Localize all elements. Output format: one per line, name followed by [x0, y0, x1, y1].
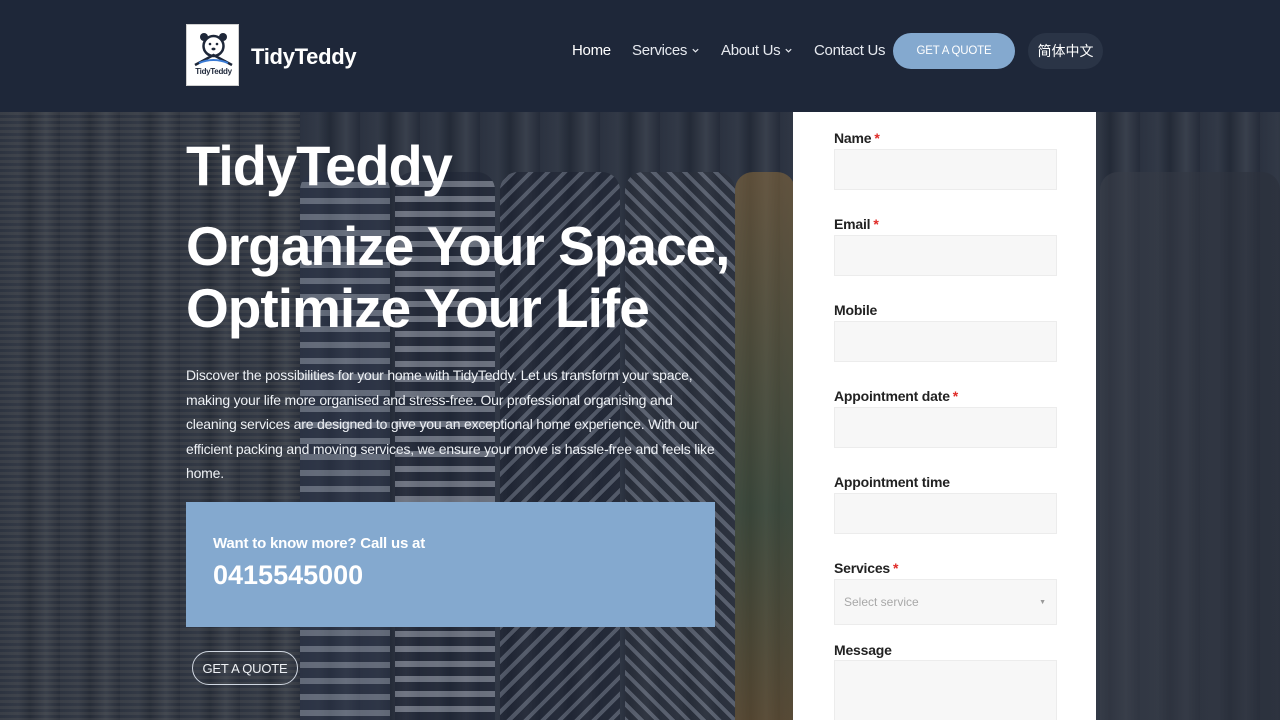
brand-name[interactable]: TidyTeddy [251, 44, 357, 70]
required-marker: * [873, 216, 879, 232]
mobile-field[interactable] [834, 321, 1057, 362]
site-logo[interactable]: TidyTeddy [186, 24, 239, 86]
logo-text: TidyTeddy [195, 67, 232, 76]
required-marker: * [952, 388, 959, 404]
nav-home-label: Home [572, 42, 611, 59]
dropdown-arrow-icon: ▼ [1039, 599, 1046, 606]
name-label: Name * [834, 130, 880, 146]
message-field[interactable] [834, 660, 1057, 720]
appointment-time-label-text: Appointment time [834, 474, 950, 490]
email-label-text: Email [834, 216, 871, 232]
email-label: Email * [834, 216, 879, 232]
message-label: Message [834, 642, 892, 658]
nav-contact-us[interactable]: Contact Us [814, 42, 886, 59]
mobile-label: Mobile [834, 302, 877, 318]
nav-about-us[interactable]: About Us [721, 42, 793, 59]
chevron-down-icon [785, 48, 792, 53]
services-label-text: Services [834, 560, 891, 576]
appointment-date-label: Appointment date * [834, 388, 958, 404]
services-select[interactable]: Select service ▼ [834, 579, 1057, 625]
message-label-text: Message [834, 642, 892, 658]
chevron-down-icon [692, 48, 699, 53]
services-select-placeholder: Select service [844, 595, 919, 609]
site-header: TidyTeddy TidyTeddy Home Services About … [0, 0, 1280, 112]
hero-headline-line1: Organize Your Space, [186, 215, 730, 277]
hero-headline: Organize Your Space, Optimize Your Life [186, 215, 746, 339]
teddy-logo-icon [194, 33, 233, 67]
call-us-label: Want to know more? Call us at [213, 535, 425, 552]
appointment-time-label: Appointment time [834, 474, 950, 490]
language-switch-button[interactable]: 简体中文 [1028, 33, 1103, 69]
header-get-quote-button[interactable]: GET A QUOTE [893, 33, 1015, 69]
nav-home[interactable]: Home [572, 42, 611, 59]
required-marker: * [893, 560, 899, 576]
phone-number-link[interactable]: 0415545000 [213, 560, 363, 591]
required-marker: * [874, 130, 880, 146]
appointment-time-field[interactable] [834, 493, 1057, 534]
hero-headline-line2: Optimize Your Life [186, 277, 650, 339]
quote-form: Name * Email * Mobile Appointment date * Ap… [793, 112, 1096, 720]
hero-title: TidyTeddy [186, 134, 453, 197]
name-label-text: Name [834, 130, 872, 146]
hero-get-quote-button[interactable]: GET A QUOTE [192, 651, 298, 685]
nav-about-us-label: About Us [721, 42, 781, 59]
services-label: Services * [834, 560, 898, 576]
appointment-date-field[interactable] [834, 407, 1057, 448]
name-field[interactable] [834, 149, 1057, 190]
call-us-box: Want to know more? Call us at 0415545000 [186, 502, 715, 627]
nav-services-label: Services [632, 42, 688, 59]
hero-background-shirt [1100, 172, 1280, 720]
nav-services[interactable]: Services [632, 42, 700, 59]
hero-description: Discover the possibilities for your home… [186, 367, 715, 481]
appointment-date-label-text: Appointment date [834, 388, 950, 404]
nav-contact-us-label: Contact Us [814, 42, 886, 59]
email-field[interactable] [834, 235, 1057, 276]
mobile-label-text: Mobile [834, 302, 878, 318]
